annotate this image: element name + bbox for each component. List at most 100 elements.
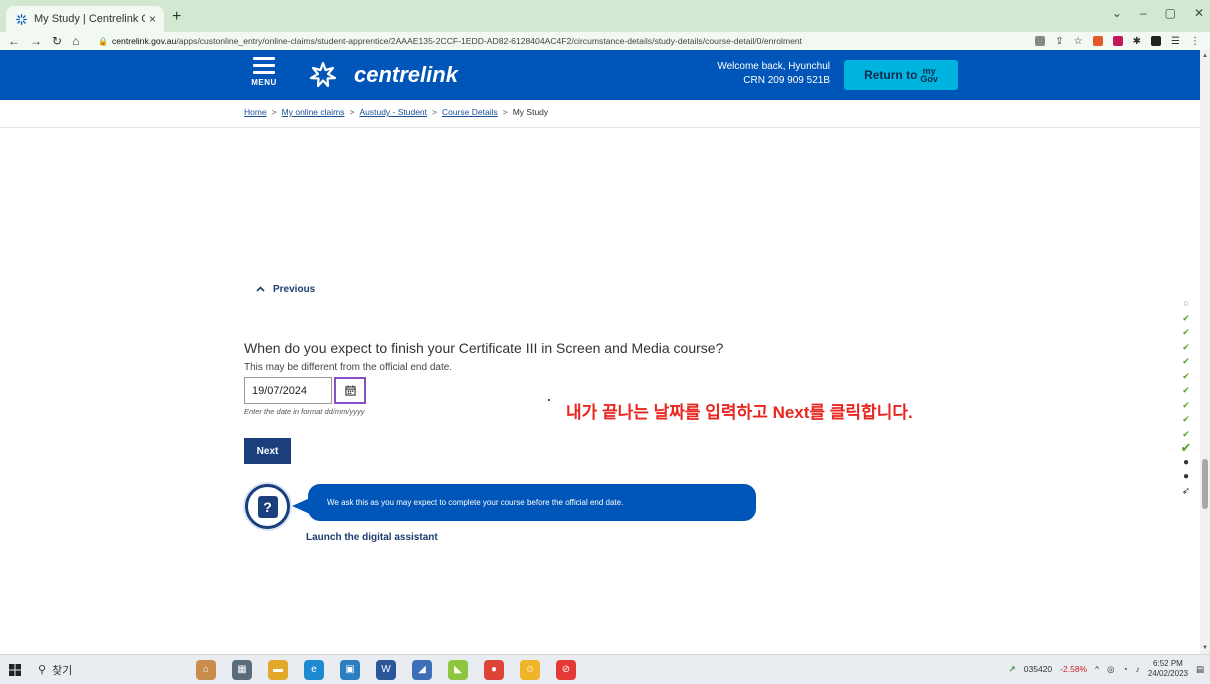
mygov-button-label: Return to — [864, 68, 918, 82]
app-icon[interactable]: ◢ — [412, 659, 432, 680]
progress-step-done-icon: ✔ — [1182, 414, 1190, 424]
centrelink-logo[interactable]: centrelink — [308, 60, 458, 90]
breadcrumb-separator: > — [432, 107, 437, 117]
windows-start-icon[interactable] — [0, 663, 30, 676]
site-header: MENU centrelink Welcome back, Hyunchul C… — [0, 50, 1200, 100]
window-controls: ⌄ – ▢ ✕ — [1112, 6, 1204, 20]
assistant-message-bubble: We ask this as you may expect to complet… — [308, 484, 756, 521]
breadcrumb-home[interactable]: Home — [244, 107, 267, 117]
building-widget-icon[interactable]: ⌂ — [196, 659, 216, 680]
progress-step-pending-icon: ● — [1182, 456, 1190, 468]
share-icon[interactable]: ⇪ — [1055, 36, 1063, 47]
translate-icon[interactable] — [1035, 36, 1046, 46]
launch-digital-assistant-link[interactable]: Launch the digital assistant — [306, 532, 438, 543]
file-explorer-icon[interactable]: ▬ — [268, 659, 288, 680]
browser-menu-icon[interactable]: ⋮ — [1190, 36, 1200, 47]
tray-app-icon[interactable]: ◎ — [1107, 664, 1114, 675]
welcome-name: Welcome back, Hyunchul — [717, 61, 830, 72]
url-host: centrelink.gov.au — [111, 36, 177, 46]
home-icon[interactable]: ⌂ — [72, 34, 79, 48]
word-icon[interactable]: W — [376, 659, 396, 680]
calendar-button[interactable] — [334, 377, 366, 404]
centrelink-star-icon — [309, 61, 337, 88]
app-icon[interactable]: ◣ — [448, 659, 468, 680]
chrome-icon[interactable]: ● — [484, 659, 504, 680]
breadcrumb-separator: > — [271, 107, 277, 117]
taskbar-search[interactable]: ⚲ 찾기 — [30, 662, 150, 678]
forward-icon[interactable]: → — [30, 34, 42, 48]
scroll-down-icon[interactable]: ▼ — [1202, 645, 1208, 651]
progress-step-arrow-icon: ➶ — [1181, 485, 1191, 497]
clock-date: 24/02/2023 — [1147, 669, 1188, 678]
date-format-hint: Enter the date in format dd/mm/yyyy — [244, 407, 365, 416]
breadcrumb-separator: > — [349, 107, 355, 117]
extension-icon[interactable] — [1112, 36, 1123, 46]
reload-icon[interactable]: ↻ — [52, 34, 62, 48]
browser-tab[interactable]: My Study | Centrelink Online × — [6, 6, 164, 32]
breadcrumb-my-online-claims[interactable]: My online claims — [282, 107, 345, 117]
end-date-field-group — [244, 377, 366, 404]
extension-icons: ⇪ ☆ ✱ ☰ ⋮ — [1035, 36, 1210, 47]
next-button[interactable]: Next — [244, 438, 291, 464]
back-icon[interactable]: ← — [8, 34, 20, 48]
page-scrollbar[interactable]: ▲ ▼ — [1200, 50, 1210, 654]
edge-icon[interactable]: e — [304, 659, 324, 680]
breadcrumb-separator: > — [502, 107, 508, 117]
search-icon: ⚲ — [38, 664, 47, 676]
lock-icon: 🔒 — [98, 36, 108, 46]
close-window-button[interactable]: ✕ — [1194, 6, 1204, 20]
tray-chevron-icon[interactable]: ^ — [1095, 664, 1099, 674]
notification-icon[interactable]: ▤ — [1196, 664, 1204, 675]
breadcrumb-course-details[interactable]: Course Details — [442, 107, 498, 117]
question-mark-icon: ? — [257, 495, 278, 518]
tab-search-dropdown-icon[interactable]: ⌄ — [1112, 6, 1122, 20]
url-field[interactable]: 🔒 centrelink.gov.au /apps/custonline_ent… — [98, 36, 1035, 46]
task-view-icon[interactable]: ▦ — [232, 659, 252, 680]
bookmark-star-icon[interactable]: ☆ — [1074, 36, 1083, 47]
mygov-logo: my Gov — [920, 67, 938, 84]
maximize-button[interactable]: ▢ — [1165, 6, 1176, 20]
network-icon[interactable]: ◔ — [1123, 664, 1128, 674]
clock[interactable]: 6:52 PM 24/02/2023 — [1148, 659, 1188, 679]
stock-code[interactable]: 035420 — [1024, 664, 1052, 674]
mygov-logo-gov: Gov — [920, 74, 938, 84]
profile-icon[interactable]: ☰ — [1171, 36, 1180, 47]
progress-step-done-icon: ✔ — [1182, 370, 1190, 381]
volume-icon[interactable]: ♪ — [1136, 664, 1140, 674]
tab-close-icon[interactable]: × — [149, 12, 156, 26]
previous-link[interactable]: Previous — [256, 284, 315, 295]
progress-step-done-icon: ✔ — [1182, 341, 1190, 352]
extension-icon[interactable] — [1092, 36, 1103, 46]
crn-number: CRN 209 909 521B — [743, 75, 830, 86]
new-tab-button[interactable]: + — [172, 8, 181, 26]
centrelink-favicon-icon — [14, 12, 28, 26]
digital-assistant-icon[interactable]: ? — [245, 484, 290, 529]
breadcrumb: Home > My online claims > Austudy - Stud… — [244, 107, 548, 117]
browser-tab-bar: My Study | Centrelink Online × + ⌄ – ▢ ✕ — [0, 0, 1210, 32]
instruction-annotation: 내가 끝나는 날짜를 입력하고 Next를 클릭합니다. — [566, 403, 913, 422]
assistant-message-text: We ask this as you may expect to complet… — [327, 498, 624, 507]
breadcrumb-current-my-study: My Study — [512, 107, 549, 117]
progress-step-done-icon: ✔ — [1182, 356, 1190, 366]
taskbar-search-label: 찾기 — [52, 664, 73, 677]
breadcrumb-austudy-student[interactable]: Austudy - Student — [359, 107, 427, 117]
scroll-up-icon[interactable]: ▲ — [1202, 53, 1208, 59]
minimize-button[interactable]: – — [1140, 6, 1147, 20]
side-panel-icon[interactable] — [1151, 36, 1162, 46]
store-icon[interactable]: ▣ — [340, 659, 360, 680]
progress-step-pending-icon: ● — [1182, 471, 1190, 482]
address-bar: ← → ↻ ⌂ 🔒 centrelink.gov.au /apps/custon… — [0, 32, 1210, 50]
scrollbar-thumb[interactable] — [1202, 459, 1208, 509]
welcome-message: Welcome back, Hyunchul CRN 209 909 521B — [690, 60, 830, 88]
return-to-mygov-button[interactable]: Return to my Gov — [844, 60, 958, 90]
menu-button[interactable]: MENU — [247, 54, 281, 96]
question-hint: This may be different from the official … — [244, 362, 453, 373]
progress-step-done-icon: ✔ — [1182, 385, 1190, 395]
browser-tab-title: My Study | Centrelink Online — [34, 13, 145, 25]
app-icon[interactable]: ☺ — [520, 659, 540, 680]
app-icon[interactable]: ⊘ — [556, 659, 576, 680]
puzzle-extensions-icon[interactable]: ✱ — [1133, 36, 1141, 47]
menu-label: MENU — [251, 78, 277, 87]
chevron-up-icon — [256, 284, 265, 295]
end-date-input[interactable] — [244, 377, 332, 404]
